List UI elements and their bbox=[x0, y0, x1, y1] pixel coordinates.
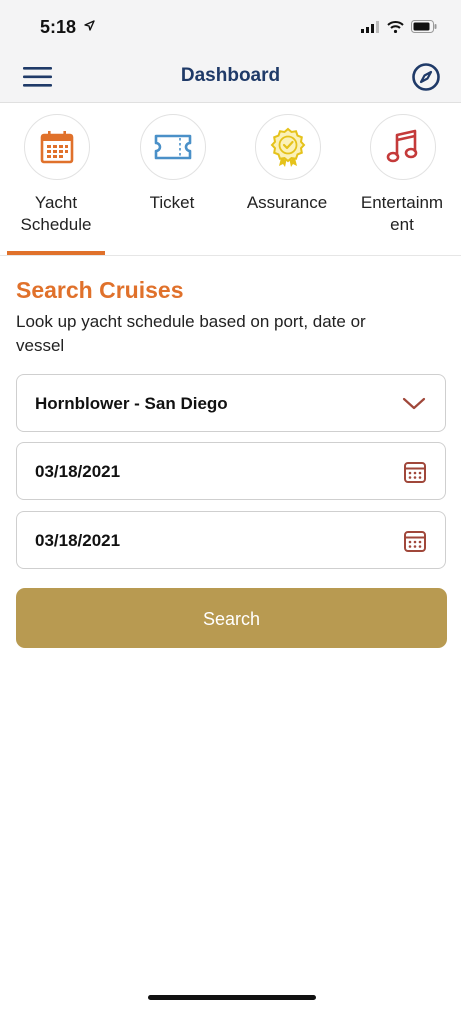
compass-icon bbox=[412, 63, 440, 91]
tab-label-line-1: Assurance bbox=[246, 193, 328, 212]
calendar-icon bbox=[404, 531, 426, 552]
tab-icon-circle bbox=[140, 114, 206, 180]
home-indicator[interactable] bbox=[148, 995, 316, 1000]
active-tab-indicator bbox=[7, 251, 105, 255]
tab-label-entertainment: Entertainm ent bbox=[346, 192, 458, 236]
tab-label-line-2: ent bbox=[390, 215, 414, 234]
tab-label-line-1: Ticket bbox=[149, 193, 195, 212]
calendar-icon bbox=[40, 131, 74, 164]
tab-icon-circle bbox=[370, 114, 436, 180]
music-note-icon bbox=[386, 129, 418, 163]
tab-assurance[interactable]: Assurance bbox=[231, 103, 347, 255]
search-description: Look up yacht schedule based on port, da… bbox=[16, 312, 366, 355]
tab-icon-circle bbox=[24, 114, 90, 180]
page-title: Dashboard bbox=[180, 65, 281, 86]
category-tabs: Yacht Schedule Ticket Assurance Entertai… bbox=[0, 103, 461, 256]
start-date-field[interactable]: 03/18/2021 bbox=[16, 442, 446, 500]
tab-ticket[interactable]: Ticket bbox=[116, 103, 232, 255]
location-arrow-icon bbox=[84, 20, 95, 31]
badge-icon bbox=[270, 127, 306, 167]
search-title: Search Cruises bbox=[16, 277, 184, 303]
tab-label-line-2: Schedule bbox=[20, 215, 92, 234]
ticket-icon bbox=[154, 134, 192, 160]
end-date-value: 03/18/2021 bbox=[35, 531, 121, 550]
calendar-icon bbox=[404, 462, 426, 483]
tab-label-assurance: Assurance bbox=[231, 192, 343, 214]
nav-bar: Dashboard bbox=[0, 50, 461, 103]
chevron-down-icon bbox=[402, 397, 426, 410]
wifi-icon bbox=[387, 20, 404, 33]
tab-label-line-1: Yacht bbox=[34, 193, 78, 212]
status-icons bbox=[361, 20, 437, 33]
end-date-field[interactable]: 03/18/2021 bbox=[16, 511, 446, 569]
compass-button[interactable] bbox=[411, 62, 441, 92]
tab-label-ticket: Ticket bbox=[116, 192, 228, 214]
signal-icon bbox=[361, 20, 379, 33]
tab-entertainment[interactable]: Entertainm ent bbox=[346, 103, 461, 255]
vessel-select-value: Hornblower - San Diego bbox=[35, 394, 228, 413]
status-time: 5:18 bbox=[40, 17, 77, 37]
battery-icon bbox=[411, 20, 437, 33]
vessel-select[interactable]: Hornblower - San Diego bbox=[16, 374, 446, 432]
search-button[interactable]: Search bbox=[16, 588, 447, 648]
start-date-value: 03/18/2021 bbox=[35, 462, 121, 481]
tab-label-line-1: Entertainm bbox=[360, 193, 444, 212]
status-bar: 5:18 bbox=[0, 0, 461, 50]
tab-yacht-schedule[interactable]: Yacht Schedule bbox=[0, 103, 116, 255]
tab-icon-circle bbox=[255, 114, 321, 180]
tab-label-yacht-schedule: Yacht Schedule bbox=[0, 192, 112, 236]
